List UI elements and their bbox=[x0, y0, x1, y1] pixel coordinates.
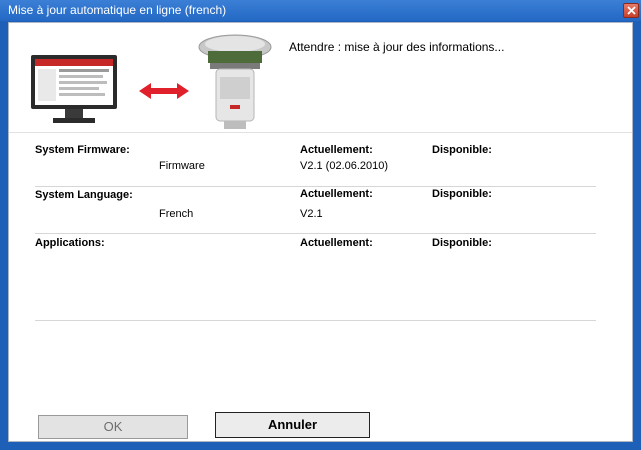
gnss-receiver-icon bbox=[198, 34, 272, 129]
close-icon bbox=[627, 6, 636, 15]
section-divider bbox=[35, 233, 596, 234]
section-divider bbox=[35, 320, 596, 321]
language-current-header: Actuellement: bbox=[300, 188, 373, 200]
ok-button[interactable]: OK bbox=[38, 415, 188, 439]
firmware-current-value: V2.1 (02.06.2010) bbox=[300, 160, 389, 172]
language-item: French bbox=[159, 208, 194, 220]
close-button[interactable] bbox=[623, 3, 639, 18]
firmware-current-header: Actuellement: bbox=[300, 144, 373, 156]
header-divider bbox=[9, 132, 632, 133]
status-message: Attendre : mise à jour des informations.… bbox=[289, 40, 505, 54]
cancel-button[interactable]: Annuler bbox=[215, 412, 370, 438]
firmware-item: Firmware bbox=[159, 160, 205, 172]
double-arrow-icon bbox=[139, 83, 189, 99]
title-bar[interactable]: Mise à jour automatique en ligne (french… bbox=[0, 0, 641, 21]
window-title: Mise à jour automatique en ligne (french… bbox=[8, 3, 227, 17]
language-section-label: System Language: bbox=[35, 189, 133, 201]
firmware-available-header: Disponible: bbox=[432, 144, 492, 156]
applications-current-header: Actuellement: bbox=[300, 237, 373, 249]
firmware-section-label: System Firmware: bbox=[35, 144, 130, 156]
applications-available-header: Disponible: bbox=[432, 237, 492, 249]
computer-monitor-icon bbox=[31, 55, 117, 123]
language-current-value: V2.1 bbox=[300, 208, 323, 220]
applications-section-label: Applications: bbox=[35, 237, 105, 249]
dialog-content: Attendre : mise à jour des informations.… bbox=[8, 22, 633, 442]
dialog-window: Mise à jour automatique en ligne (french… bbox=[0, 0, 641, 450]
language-available-header: Disponible: bbox=[432, 188, 492, 200]
section-divider bbox=[35, 186, 596, 187]
header-area: Attendre : mise à jour des informations.… bbox=[9, 23, 632, 133]
